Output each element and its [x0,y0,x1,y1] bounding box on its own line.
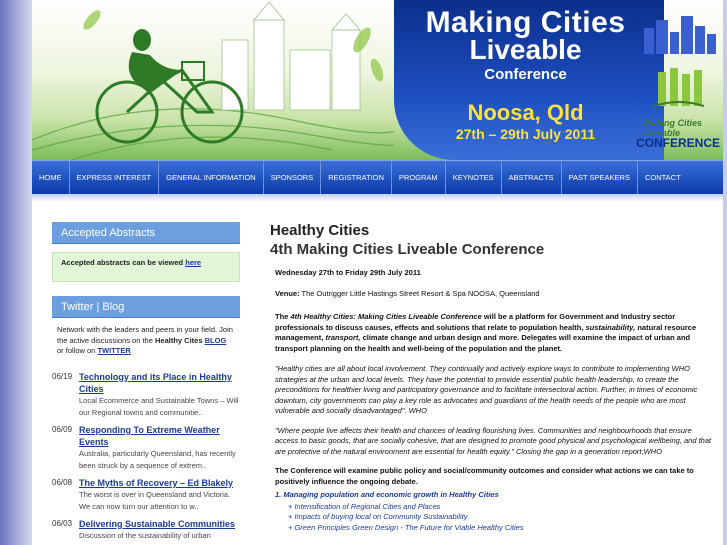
nav-past-speakers[interactable]: PAST SPEAKERS [562,160,638,195]
page-subtitle: 4th Making Cities Liveable Conference [270,241,545,258]
header-banner: Making Cities Liveable Conference Noosa,… [32,0,723,160]
blog-post: 06/09 Responding To Extreme Weather Even… [52,424,240,472]
nav-registration[interactable]: REGISTRATION [321,160,392,195]
post-excerpt: Discussion of the sustainability of urba… [79,530,211,540]
venue-label: Venue: [275,288,300,298]
abstracts-header: Accepted Abstracts [52,222,240,244]
follow-text: or follow on [57,346,96,355]
logo-conference-label: CONFERENCE [636,136,721,150]
post-title-link[interactable]: Technology and its Place in Healthy Citi… [79,371,239,395]
main-nav: HOME EXPRESS INTEREST GENERAL INFORMATIO… [32,160,723,195]
twitter-desc-bold: Healthy Cites [154,335,203,345]
conference-dates: Wednesday 27th to Friday 29th July 2011 [275,268,421,277]
main-content: Healthy Cities 4th Making Cities Liveabl… [270,222,716,533]
post-excerpt: The worst is over in Queensland and Vict… [79,489,231,511]
intro-sustainability: sustainability, [585,322,636,332]
twitter-link[interactable]: TWITTER [97,346,130,355]
nav-general-information[interactable]: GENERAL INFORMATION [159,160,264,195]
page-frame-right [723,0,727,545]
blog-post: 06/03 Delivering Sustainable Communities… [52,518,240,542]
abstracts-notice: Accepted abstracts can be viewed here [52,252,240,282]
nav-keynotes[interactable]: KEYNOTES [446,160,502,195]
banner-title-line3: Conference [484,66,567,83]
who-quote-2: "Where people live affects their health … [275,425,712,456]
topic-item: + Impacts of buying local on Community S… [288,512,468,521]
nav-shadow-band [32,194,723,202]
conference-aims: The Conference will examine public polic… [275,466,694,486]
abstracts-notice-text: Accepted abstracts can be viewed [61,258,184,267]
nav-contact[interactable]: CONTACT [638,161,688,195]
topic-list: + Intensification of Regional Cities and… [270,502,716,534]
post-date: 06/03 [52,518,73,528]
cyclist-illustration [32,1,394,160]
intro-transport: transport, [325,333,361,342]
page-title: Healthy Cities [270,222,370,239]
post-date: 06/09 [52,424,73,434]
post-title-link[interactable]: The Myths of Recovery – Ed Blakely [79,477,239,489]
post-date: 06/19 [52,371,73,381]
sidebar: Accepted Abstracts Accepted abstracts ca… [52,222,240,545]
topic-item: + Green Principles Green Design - The Fu… [288,522,524,532]
post-title-link[interactable]: Delivering Sustainable Communities [79,518,239,530]
tree-logo-icon [654,68,704,107]
post-excerpt: Local Ecommerce and Sustainable Towns – … [79,395,239,417]
intro-conference-name: 4th Healthy Cities: Making Cities Liveab… [290,312,482,321]
logo-tagline: Making Cities Liveable [644,118,703,138]
nav-express-interest[interactable]: EXPRESS INTEREST [70,160,160,195]
blog-post: 06/08 The Myths of Recovery – Ed Blakely… [52,477,240,513]
nav-abstracts[interactable]: ABSTRACTS [502,160,562,195]
conference-logo: Making Cities Liveable CONFERENCE [634,14,723,154]
who-quote-1: "Healthy cities are all about local invo… [275,364,698,415]
intro-paragraph: The 4th Healthy Cities: Making Cities Li… [270,312,716,354]
banner-location: Noosa, Qld [467,100,584,125]
abstracts-here-link[interactable]: here [185,258,201,267]
banner-title-line2: Liveable [469,34,582,65]
venue-line: Venue: The Outrigger Little Hastings Str… [270,289,716,300]
twitter-blog-header: Twitter | Blog [52,296,240,318]
city-skyline-icon [644,16,716,54]
banner-dates: 27th – 29th July 2011 [455,126,596,142]
page-frame-left [0,0,32,545]
blog-post-list: 06/19 Technology and its Place in Health… [52,371,240,542]
nav-program[interactable]: PROGRAM [392,160,446,195]
topic-item: + Intensification of Regional Cities and… [288,501,441,511]
blog-link[interactable]: BLOG [205,336,227,345]
post-date: 06/08 [52,477,73,487]
venue-text: The Outrigger Little Hastings Street Res… [301,288,540,298]
nav-sponsors[interactable]: SPONSORS [264,160,322,195]
intro-prefix: The [275,312,289,321]
twitter-description: Network with the leaders and peers in yo… [52,318,240,357]
blog-post: 06/19 Technology and its Place in Health… [52,371,240,419]
post-excerpt: Australia, particularly Queensland, has … [79,448,236,470]
post-title-link[interactable]: Responding To Extreme Weather Events [79,424,239,448]
nav-home[interactable]: HOME [32,160,70,195]
section-heading: 1. Managing population and economic grow… [275,490,499,499]
